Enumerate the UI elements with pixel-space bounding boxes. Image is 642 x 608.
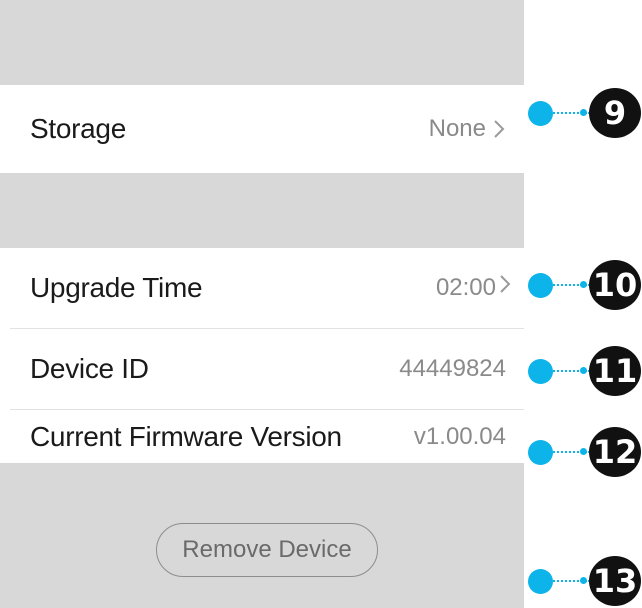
- storage-label: Storage: [30, 113, 126, 144]
- callout-badge-13: 13: [589, 556, 641, 606]
- callout-badge-10: 10: [589, 260, 641, 310]
- callout-dot-small: [580, 577, 587, 584]
- upgrade-time-value-group: 02:00: [436, 248, 512, 328]
- storage-value: None: [428, 115, 486, 142]
- callout-12: 12: [524, 427, 642, 477]
- callout-badge-9: 9: [589, 88, 641, 138]
- firmware-row: Current Firmware Version v1.00.04: [0, 410, 524, 463]
- device-id-row: Device ID 44449824: [0, 329, 524, 409]
- callout-dot-small: [580, 281, 587, 288]
- callout-11: 11: [524, 346, 642, 396]
- section-spacer: [0, 173, 524, 248]
- callout-dot-small: [580, 367, 587, 374]
- firmware-label: Current Firmware Version: [30, 420, 342, 452]
- upgrade-time-row[interactable]: Upgrade Time 02:00: [0, 248, 524, 328]
- callout-10: 10: [524, 260, 642, 310]
- callout-dot-small: [580, 109, 587, 116]
- device-id-label: Device ID: [30, 353, 149, 384]
- storage-row[interactable]: Storage None: [0, 85, 524, 173]
- device-id-value: 44449824: [399, 355, 506, 382]
- callout-badge-11: 11: [589, 346, 641, 396]
- callout-badge-12: 12: [589, 427, 641, 477]
- firmware-value: v1.00.04: [413, 422, 506, 450]
- storage-value-group: None: [429, 85, 506, 173]
- callout-13: 13: [524, 556, 642, 606]
- callout-dot-small: [580, 448, 587, 455]
- chevron-right-icon: [500, 275, 511, 293]
- section-spacer: [0, 0, 524, 85]
- callout-9: 9: [524, 88, 642, 138]
- remove-device-button[interactable]: Remove Device: [156, 523, 378, 577]
- upgrade-time-value: 02:00: [435, 274, 496, 301]
- chevron-right-icon: [494, 120, 505, 138]
- upgrade-time-label: Upgrade Time: [30, 272, 203, 303]
- device-settings-panel: Storage None Upgrade Time 02:00 Device I…: [0, 0, 524, 608]
